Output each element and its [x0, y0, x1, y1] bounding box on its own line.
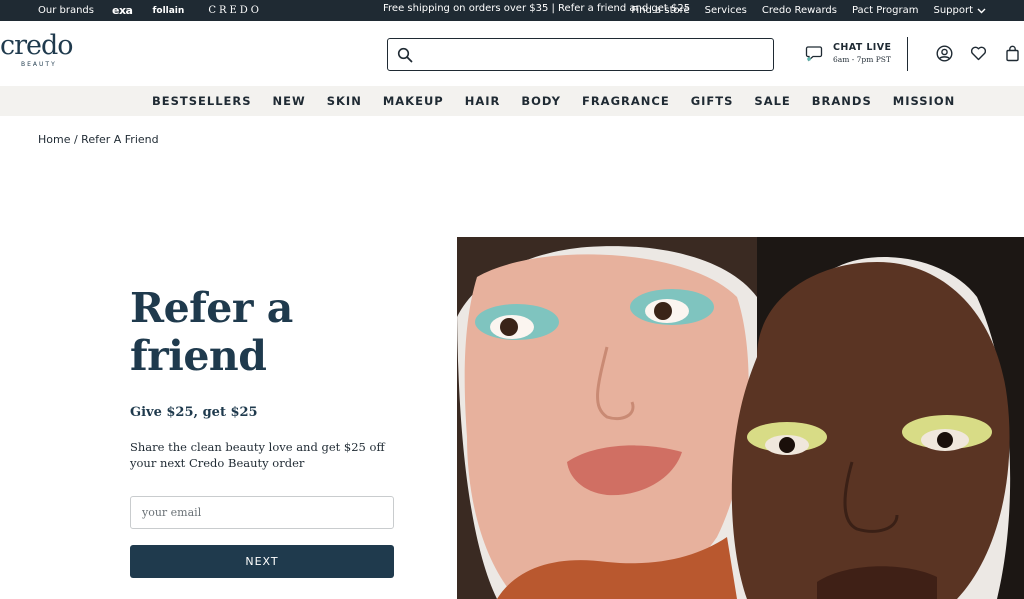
- search-bar: [387, 38, 774, 71]
- nav-item-new[interactable]: NEW: [273, 94, 306, 108]
- breadcrumb[interactable]: Home / Refer A Friend: [38, 133, 159, 146]
- find-store-link[interactable]: Find a store: [631, 5, 689, 16]
- heart-icon[interactable]: [970, 45, 987, 62]
- page-title: Refer a friend: [130, 284, 293, 380]
- email-field[interactable]: [130, 496, 394, 529]
- nav-item-mission[interactable]: MISSION: [893, 94, 955, 108]
- chat-bubble-icon: [805, 46, 823, 62]
- nav-item-fragrance[interactable]: FRAGRANCE: [582, 94, 670, 108]
- hero-image: [457, 237, 1024, 599]
- credo-beauty-logo[interactable]: credo BEAUTY: [0, 31, 80, 71]
- hero-description: Share the clean beauty love and get $25 …: [130, 440, 385, 470]
- logo-wordmark: credo: [0, 30, 74, 61]
- chat-live-hours: 6am - 7pm PST: [833, 55, 891, 64]
- next-button[interactable]: NEXT: [130, 545, 394, 578]
- top-utility-bar: Our brands exa follain CREDO Free shippi…: [0, 0, 1024, 21]
- chevron-down-icon: [977, 8, 986, 13]
- utility-links: Find a store Services Credo Rewards Pact…: [631, 0, 986, 21]
- logo-subtitle: BEAUTY: [21, 61, 57, 68]
- nav-item-sale[interactable]: SALE: [754, 94, 790, 108]
- models-portrait-illustration: [457, 237, 1024, 599]
- header-divider: [907, 37, 908, 71]
- nav-item-makeup[interactable]: MAKEUP: [383, 94, 444, 108]
- chat-live-link[interactable]: CHAT LIVE 6am - 7pm PST: [805, 42, 891, 64]
- nav-item-bestsellers[interactable]: BESTSELLERS: [152, 94, 252, 108]
- nav-item-hair[interactable]: HAIR: [465, 94, 501, 108]
- header-actions: [936, 45, 1021, 62]
- support-dropdown[interactable]: Support: [933, 5, 986, 16]
- search-input[interactable]: [419, 40, 773, 69]
- brand-switcher: Our brands exa follain CREDO: [38, 0, 262, 21]
- support-label: Support: [933, 5, 973, 16]
- pact-program-link[interactable]: Pact Program: [852, 5, 919, 16]
- our-brands-label: Our brands: [38, 5, 94, 16]
- nav-item-gifts[interactable]: GIFTS: [691, 94, 734, 108]
- shopping-bag-icon[interactable]: [1004, 45, 1021, 62]
- nav-item-brands[interactable]: BRANDS: [812, 94, 872, 108]
- brand-link-exa[interactable]: exa: [112, 4, 133, 17]
- main-navigation: BESTSELLERS NEW SKIN MAKEUP HAIR BODY FR…: [0, 86, 1024, 116]
- hero-subtitle: Give $25, get $25: [130, 405, 258, 420]
- nav-item-body[interactable]: BODY: [521, 94, 561, 108]
- brand-link-credo[interactable]: CREDO: [208, 5, 262, 16]
- credo-rewards-link[interactable]: Credo Rewards: [762, 5, 837, 16]
- user-account-icon[interactable]: [936, 45, 953, 62]
- brand-link-follain[interactable]: follain: [152, 6, 184, 16]
- chat-live-title: CHAT LIVE: [833, 42, 892, 53]
- nav-item-skin[interactable]: SKIN: [327, 94, 362, 108]
- search-icon[interactable]: [397, 47, 413, 63]
- site-header: credo BEAUTY CHAT LIVE 6am - 7pm PST: [0, 21, 1024, 86]
- services-link[interactable]: Services: [705, 5, 747, 16]
